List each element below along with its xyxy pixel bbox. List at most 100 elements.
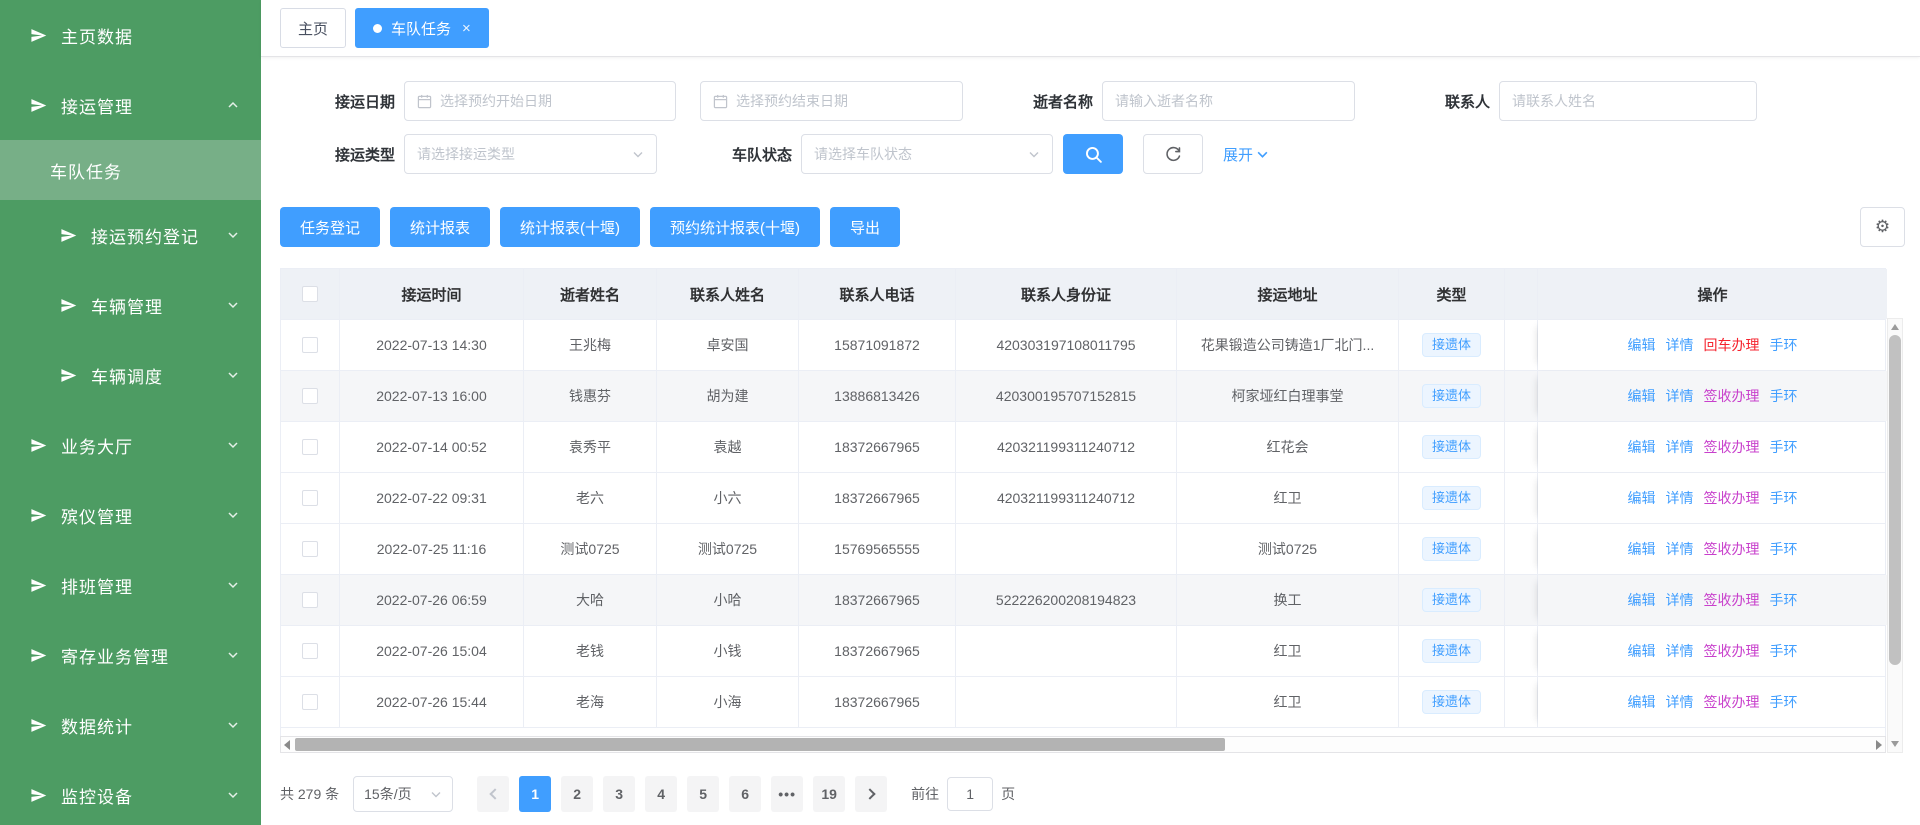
page-button-6[interactable]: 6: [729, 776, 761, 812]
select-all-checkbox[interactable]: [302, 286, 318, 302]
edit-link[interactable]: 编辑: [1628, 539, 1656, 559]
scroll-right-arrow-icon[interactable]: [1876, 740, 1882, 750]
sidebar-item-data-statistics[interactable]: 数据统计: [0, 690, 261, 760]
detail-link[interactable]: 详情: [1666, 539, 1694, 559]
bracelet-link[interactable]: 手环: [1770, 488, 1798, 508]
sidebar-item-storage-business[interactable]: 寄存业务管理: [0, 620, 261, 690]
refresh-button[interactable]: [1143, 134, 1203, 174]
sidebar-item-vehicle-dispatch[interactable]: 车辆调度: [0, 340, 261, 410]
detail-link[interactable]: 详情: [1666, 437, 1694, 457]
scroll-left-arrow-icon[interactable]: [284, 740, 290, 750]
page-button-2[interactable]: 2: [561, 776, 593, 812]
process-link[interactable]: 签收办理: [1704, 590, 1760, 610]
process-link[interactable]: 签收办理: [1704, 488, 1760, 508]
page-button-19[interactable]: 19: [813, 776, 845, 812]
sidebar-item-home-data[interactable]: 主页数据: [0, 0, 261, 70]
detail-link[interactable]: 详情: [1666, 488, 1694, 508]
expand-toggle[interactable]: 展开: [1223, 144, 1269, 165]
row-checkbox[interactable]: [302, 694, 318, 710]
row-checkbox[interactable]: [302, 643, 318, 659]
process-link[interactable]: 签收办理: [1704, 386, 1760, 406]
page-button-5[interactable]: 5: [687, 776, 719, 812]
edit-link[interactable]: 编辑: [1628, 386, 1656, 406]
task-register-button[interactable]: 任务登记: [280, 207, 380, 247]
page-button-4[interactable]: 4: [645, 776, 677, 812]
process-link[interactable]: 回车办理: [1704, 335, 1760, 355]
goto-page-input[interactable]: [947, 777, 993, 811]
column-label: 类型: [1436, 284, 1466, 305]
detail-link[interactable]: 详情: [1666, 590, 1694, 610]
edit-link[interactable]: 编辑: [1628, 641, 1656, 661]
pickup-date-end-input[interactable]: 选择预约结束日期: [700, 81, 963, 121]
detail-link[interactable]: 详情: [1666, 692, 1694, 712]
header-cell: 联系人姓名: [657, 269, 799, 319]
sidebar-item-business-hall[interactable]: 业务大厅: [0, 410, 261, 480]
sidebar-item-pickup-management[interactable]: 接运管理: [0, 70, 261, 140]
reservation-stats-report-shiyan-button[interactable]: 预约统计报表(十堰): [650, 207, 820, 247]
id_card-cell: 420303197108011795: [956, 320, 1177, 370]
process-link[interactable]: 签收办理: [1704, 539, 1760, 559]
scroll-down-arrow-icon[interactable]: [1891, 741, 1899, 747]
horizontal-scrollbar[interactable]: [280, 736, 1886, 753]
row-checkbox[interactable]: [302, 541, 318, 557]
row-checkbox[interactable]: [302, 490, 318, 506]
bracelet-link[interactable]: 手环: [1770, 539, 1798, 559]
tab-home[interactable]: 主页: [280, 8, 346, 48]
sidebar-item-fleet-tasks[interactable]: 车队任务: [0, 140, 261, 200]
prev-page-button[interactable]: [477, 776, 509, 812]
row-checkbox[interactable]: [302, 439, 318, 455]
search-button[interactable]: [1063, 134, 1123, 174]
page-size-select[interactable]: 15条/页: [353, 776, 453, 812]
detail-link[interactable]: 详情: [1666, 335, 1694, 355]
cell-text: 测试0725: [698, 539, 757, 559]
page-button-1[interactable]: 1: [519, 776, 551, 812]
sidebar-item-scheduling[interactable]: 排班管理: [0, 550, 261, 620]
bracelet-link[interactable]: 手环: [1770, 386, 1798, 406]
edit-link[interactable]: 编辑: [1628, 692, 1656, 712]
process-link[interactable]: 签收办理: [1704, 641, 1760, 661]
export-button[interactable]: 导出: [830, 207, 900, 247]
more-pages-button[interactable]: •••: [771, 776, 803, 812]
row-checkbox[interactable]: [302, 337, 318, 353]
column-settings-button[interactable]: ⚙: [1860, 207, 1905, 247]
edit-link[interactable]: 编辑: [1628, 437, 1656, 457]
edit-link[interactable]: 编辑: [1628, 590, 1656, 610]
partial-row: [281, 727, 1885, 736]
bracelet-link[interactable]: 手环: [1770, 641, 1798, 661]
stats-report-shiyan-button[interactable]: 统计报表(十堰): [500, 207, 640, 247]
input-placeholder: 请输入逝者名称: [1115, 91, 1213, 111]
detail-link[interactable]: 详情: [1666, 386, 1694, 406]
tab-close-icon[interactable]: ×: [462, 21, 471, 36]
horizontal-scroll-thumb[interactable]: [295, 738, 1225, 751]
vertical-scrollbar[interactable]: [1887, 318, 1903, 753]
contact-name-input[interactable]: 请联系人姓名: [1499, 81, 1757, 121]
sidebar-item-funeral-management[interactable]: 殡仪管理: [0, 480, 261, 550]
tab-label: 车队任务: [391, 18, 451, 39]
bracelet-link[interactable]: 手环: [1770, 335, 1798, 355]
sidebar-item-pickup-reservation[interactable]: 接运预约登记: [0, 200, 261, 270]
vertical-scroll-thumb[interactable]: [1889, 335, 1901, 665]
bracelet-link[interactable]: 手环: [1770, 437, 1798, 457]
sidebar-item-monitoring-devices[interactable]: 监控设备: [0, 760, 261, 825]
process-link[interactable]: 签收办理: [1704, 437, 1760, 457]
page-button-3[interactable]: 3: [603, 776, 635, 812]
tab-fleet-tasks[interactable]: 车队任务 ×: [355, 8, 489, 48]
next-page-button[interactable]: [855, 776, 887, 812]
pickup-date-start-input[interactable]: 选择预约开始日期: [404, 81, 676, 121]
chevron-down-icon: [1028, 148, 1040, 160]
scroll-up-arrow-icon[interactable]: [1891, 324, 1899, 330]
fleet-status-select[interactable]: 请选择车队状态: [801, 134, 1053, 174]
column-label: 联系人姓名: [690, 284, 765, 305]
stats-report-button[interactable]: 统计报表: [390, 207, 490, 247]
bracelet-link[interactable]: 手环: [1770, 590, 1798, 610]
bracelet-link[interactable]: 手环: [1770, 692, 1798, 712]
row-checkbox[interactable]: [302, 592, 318, 608]
pickup-type-select[interactable]: 请选择接运类型: [404, 134, 657, 174]
edit-link[interactable]: 编辑: [1628, 488, 1656, 508]
edit-link[interactable]: 编辑: [1628, 335, 1656, 355]
row-checkbox[interactable]: [302, 388, 318, 404]
deceased-name-input[interactable]: 请输入逝者名称: [1102, 81, 1355, 121]
process-link[interactable]: 签收办理: [1704, 692, 1760, 712]
sidebar-item-vehicle-management[interactable]: 车辆管理: [0, 270, 261, 340]
detail-link[interactable]: 详情: [1666, 641, 1694, 661]
